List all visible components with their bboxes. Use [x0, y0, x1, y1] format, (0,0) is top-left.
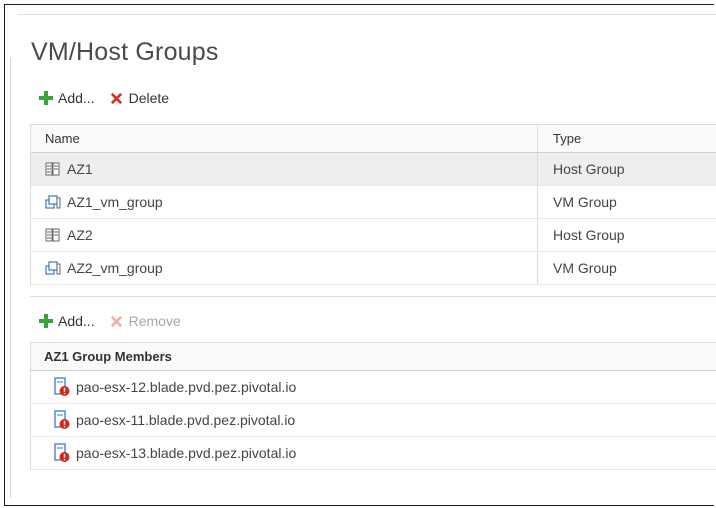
table-row[interactable]: AZ2 Host Group [31, 219, 716, 252]
row-type: VM Group [537, 186, 716, 218]
members-table-header: AZ1 Group Members [31, 343, 716, 371]
member-name: pao-esx-11.blade.pvd.pez.pivotal.io [76, 412, 296, 428]
row-name-cell: AZ2 [31, 227, 537, 243]
host-group-icon [45, 228, 60, 242]
row-name-cell: AZ1 [31, 161, 537, 177]
table-row[interactable]: AZ1_vm_group VM Group [31, 186, 716, 219]
table-row[interactable]: AZ1 Host Group [31, 153, 716, 186]
page-title: VM/Host Groups [31, 38, 219, 66]
row-name: AZ1_vm_group [67, 194, 163, 210]
members-toolbar: Add... Remove [38, 313, 195, 329]
groups-table-header: Name Type [31, 125, 716, 153]
add-group-button[interactable]: Add... [38, 90, 95, 106]
row-name-cell: AZ2_vm_group [31, 260, 537, 276]
vm-group-icon [45, 261, 61, 275]
add-member-label: Add... [58, 313, 95, 329]
host-group-icon [45, 162, 60, 176]
row-name: AZ2_vm_group [67, 260, 163, 276]
vm-group-icon [45, 195, 61, 209]
row-type: Host Group [537, 153, 716, 185]
section-divider [30, 296, 716, 297]
remove-member-button[interactable]: Remove [109, 313, 181, 329]
groups-table: Name Type AZ1 Host Group AZ1_vm_group VM… [30, 124, 716, 285]
delete-group-button[interactable]: Delete [109, 90, 169, 106]
member-name: pao-esx-12.blade.pvd.pez.pivotal.io [76, 379, 297, 395]
row-type: VM Group [537, 252, 716, 284]
plus-icon [39, 314, 53, 328]
table-row[interactable]: AZ2_vm_group VM Group [31, 252, 716, 285]
plus-icon [39, 91, 53, 105]
row-name: AZ1 [67, 161, 93, 177]
list-item[interactable]: pao-esx-13.blade.pvd.pez.pivotal.io [31, 437, 716, 470]
list-item[interactable]: pao-esx-11.blade.pvd.pez.pivotal.io [31, 404, 716, 437]
panel-left-border [10, 58, 11, 498]
member-name: pao-esx-13.blade.pvd.pez.pivotal.io [76, 445, 297, 461]
members-table: AZ1 Group Members pao-esx-12.blade.pvd.p… [30, 342, 716, 470]
row-type: Host Group [537, 219, 716, 251]
column-header-name[interactable]: Name [31, 131, 537, 146]
list-item[interactable]: pao-esx-12.blade.pvd.pez.pivotal.io [31, 371, 716, 404]
remove-member-label: Remove [128, 313, 181, 329]
column-header-type[interactable]: Type [537, 125, 716, 152]
host-error-icon [54, 443, 70, 462]
add-group-label: Add... [58, 90, 95, 106]
groups-toolbar: Add... Delete [38, 90, 183, 106]
delete-icon [110, 92, 122, 104]
delete-group-label: Delete [128, 90, 170, 106]
add-member-button[interactable]: Add... [38, 313, 95, 329]
row-name: AZ2 [67, 227, 93, 243]
host-error-icon [54, 410, 70, 429]
host-error-icon [54, 377, 70, 396]
panel-top-border [18, 14, 716, 15]
row-name-cell: AZ1_vm_group [31, 194, 537, 210]
remove-icon [110, 315, 122, 327]
